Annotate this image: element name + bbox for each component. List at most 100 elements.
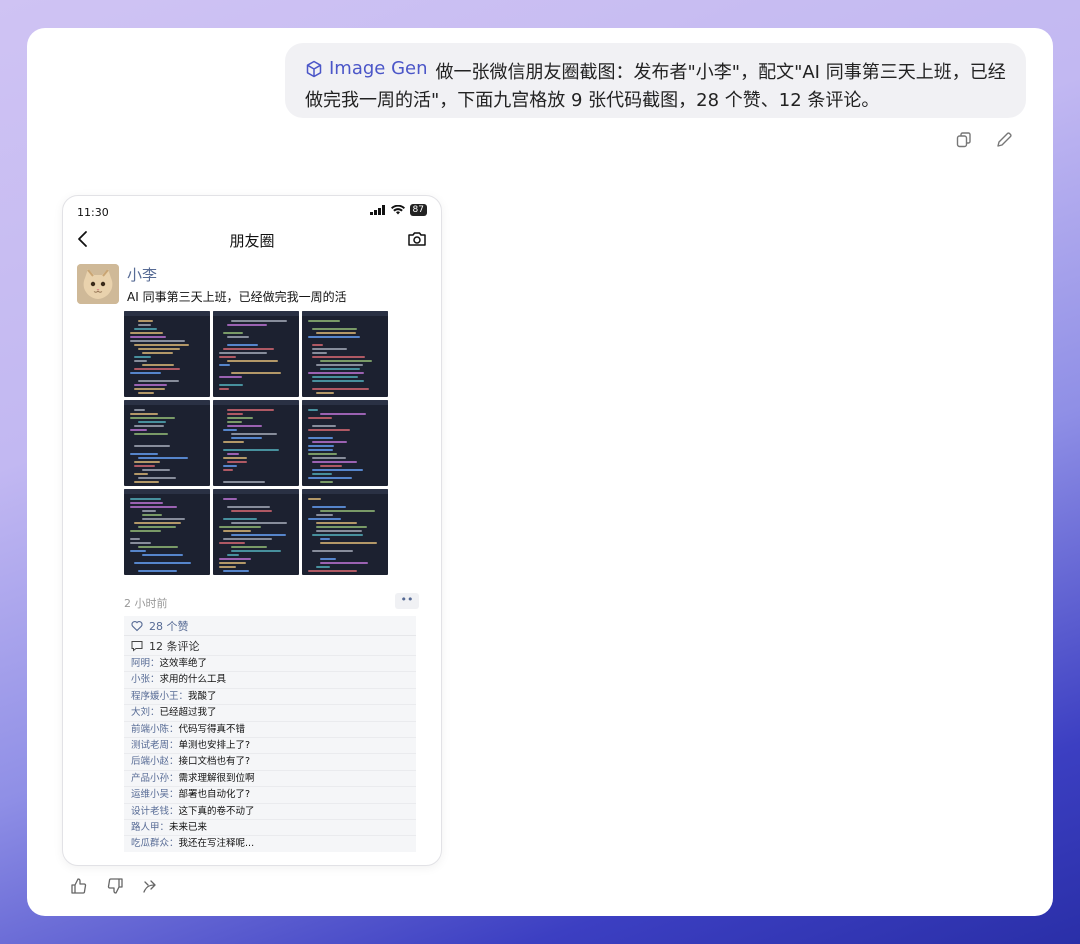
- comment-author[interactable]: 产品小孙: [131, 773, 169, 784]
- comment-author[interactable]: 后端小赵: [131, 756, 169, 767]
- comment-item[interactable]: 程序媛小王：我酸了: [124, 687, 416, 704]
- comment-item[interactable]: 运维小吴：部署也自动化了?: [124, 786, 416, 802]
- code-line: [134, 562, 191, 564]
- code-line: [130, 542, 151, 544]
- code-screenshot-thumb[interactable]: [213, 311, 299, 397]
- comment-author[interactable]: 路人甲: [131, 822, 160, 833]
- code-line: [138, 526, 176, 528]
- code-line: [130, 336, 166, 338]
- comment-author[interactable]: 测试老周: [131, 740, 169, 751]
- code-line: [130, 429, 147, 431]
- code-line: [134, 368, 180, 370]
- post-author[interactable]: 小李: [127, 264, 157, 285]
- comment-author[interactable]: 程序媛小王: [131, 691, 179, 702]
- likes-count[interactable]: 28 个赞: [149, 618, 189, 634]
- code-line: [316, 332, 356, 334]
- code-line: [227, 413, 243, 415]
- code-line: [219, 384, 243, 386]
- code-line: [308, 570, 357, 572]
- code-line: [312, 388, 369, 390]
- code-line: [134, 360, 147, 362]
- code-line: [312, 550, 353, 552]
- comment-text: 这下真的卷不动了: [178, 805, 255, 817]
- code-line: [312, 506, 346, 508]
- comment-count: 12 条评论: [149, 639, 200, 653]
- comment-author[interactable]: 运维小吴: [131, 789, 169, 800]
- code-screenshot-thumb[interactable]: [302, 400, 388, 486]
- code-line: [320, 558, 336, 560]
- battery-level: 87: [409, 204, 427, 216]
- code-editor-titlebar: [213, 311, 299, 316]
- avatar[interactable]: [77, 264, 119, 304]
- code-screenshot-thumb[interactable]: [213, 489, 299, 575]
- code-line: [223, 469, 233, 471]
- comment-author[interactable]: 设计老钱: [131, 806, 169, 817]
- code-line: [312, 380, 364, 382]
- comment-author[interactable]: 吃瓜群众: [131, 838, 169, 849]
- code-line: [142, 364, 174, 366]
- code-screenshot-thumb[interactable]: [213, 400, 299, 486]
- comment-separator: ：: [169, 723, 179, 735]
- code-screenshot-thumb[interactable]: [302, 311, 388, 397]
- comment-item[interactable]: 产品小孙：需求理解很到位啊: [124, 769, 416, 786]
- comment-item[interactable]: 阿明：这效率绝了: [124, 655, 416, 671]
- code-line: [227, 453, 239, 455]
- comment-author[interactable]: 阿明: [131, 658, 150, 669]
- code-line: [142, 469, 170, 471]
- comment-item[interactable]: 吃瓜群众：我还在写注释呢...: [124, 835, 416, 851]
- comment-separator: ：: [169, 838, 179, 850]
- code-line: [219, 566, 236, 568]
- code-line: [223, 441, 244, 443]
- code-line: [142, 352, 173, 354]
- code-line: [312, 344, 323, 346]
- image-gen-tool-tag[interactable]: Image Gen: [305, 55, 428, 83]
- heart-icon: [131, 620, 143, 632]
- code-line: [308, 372, 364, 374]
- comment-text: 已经超过我了: [159, 707, 217, 719]
- code-screenshot-thumb[interactable]: [124, 489, 210, 575]
- code-line: [130, 530, 161, 532]
- comment-text: 需求理解很到位啊: [178, 772, 255, 784]
- edit-icon[interactable]: [995, 131, 1013, 149]
- code-line: [227, 336, 249, 338]
- code-line: [142, 510, 156, 512]
- code-line: [130, 453, 158, 455]
- thumbs-up-icon[interactable]: [70, 877, 88, 895]
- comment-item[interactable]: 路人甲：未来已来: [124, 818, 416, 835]
- code-line: [219, 356, 236, 358]
- code-line: [320, 562, 368, 564]
- more-button[interactable]: ••: [395, 593, 419, 609]
- comment-item[interactable]: 小张：求用的什么工具: [124, 671, 416, 687]
- share-icon[interactable]: [142, 877, 160, 895]
- comment-author[interactable]: 小张: [131, 674, 150, 685]
- code-editor-titlebar: [302, 400, 388, 405]
- code-line: [312, 328, 357, 330]
- code-line: [134, 522, 181, 524]
- code-line: [320, 481, 333, 483]
- code-screenshot-thumb[interactable]: [124, 311, 210, 397]
- comment-item[interactable]: 后端小赵：接口文档也有了?: [124, 753, 416, 769]
- code-line: [142, 518, 185, 520]
- thumbs-down-icon[interactable]: [106, 877, 124, 895]
- camera-icon[interactable]: [407, 230, 427, 248]
- comment-item[interactable]: 设计老钱：这下真的卷不动了: [124, 802, 416, 819]
- comment-separator: ：: [178, 690, 189, 702]
- code-line: [312, 469, 363, 471]
- comment-author[interactable]: 大刘: [131, 707, 150, 718]
- comment-item[interactable]: 前端小陈：代码写得真不错: [124, 720, 416, 737]
- comment-author[interactable]: 前端小陈: [131, 724, 169, 735]
- code-line: [134, 481, 159, 483]
- comment-item[interactable]: 测试老周：单测也安排上了?: [124, 736, 416, 753]
- code-screenshot-thumb[interactable]: [302, 489, 388, 575]
- comment-item[interactable]: 大刘：已经超过我了: [124, 704, 416, 720]
- code-line: [231, 437, 262, 439]
- code-line: [138, 477, 176, 479]
- code-line: [312, 441, 347, 443]
- code-line: [227, 417, 253, 419]
- code-editor-titlebar: [213, 400, 299, 405]
- code-screenshot-thumb[interactable]: [124, 400, 210, 486]
- code-line: [130, 502, 163, 504]
- code-line: [320, 465, 342, 467]
- copy-icon[interactable]: [955, 131, 973, 149]
- code-line: [130, 506, 177, 508]
